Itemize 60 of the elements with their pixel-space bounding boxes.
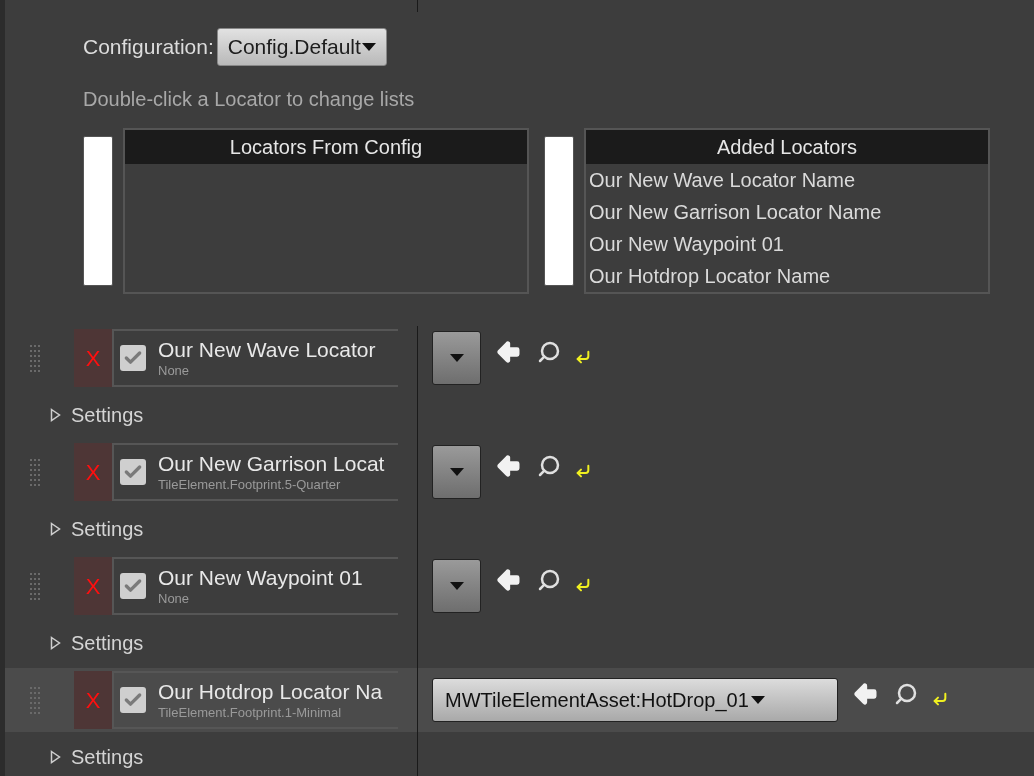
- settings-label[interactable]: Settings: [71, 742, 144, 772]
- locator-detail: None: [158, 364, 191, 377]
- search-icon[interactable]: [537, 340, 561, 364]
- reset-icon[interactable]: [575, 349, 591, 365]
- arrow-left-icon[interactable]: [852, 680, 880, 708]
- scrollbar[interactable]: [83, 136, 113, 286]
- list-header: Added Locators: [586, 130, 988, 164]
- dropdown-button[interactable]: [432, 331, 481, 385]
- arrow-left-icon[interactable]: [495, 566, 523, 594]
- reset-icon[interactable]: [575, 463, 591, 479]
- locator-detail: TileElement.Footprint.1-Minimal: [158, 706, 343, 719]
- dropdown-button[interactable]: [432, 445, 481, 499]
- settings-label[interactable]: Settings: [71, 514, 144, 544]
- locator-row[interactable]: X Our New Wave Locator None: [5, 326, 1034, 390]
- search-icon[interactable]: [537, 568, 561, 592]
- caret-icon: [449, 468, 464, 476]
- checkbox[interactable]: [120, 459, 146, 485]
- search-icon[interactable]: [894, 682, 918, 706]
- arrow-left-icon[interactable]: [495, 338, 523, 366]
- locator-name: Our New Garrison Locat: [158, 453, 385, 474]
- arrow-left-icon[interactable]: [495, 452, 523, 480]
- search-icon[interactable]: [537, 454, 561, 478]
- list-entry[interactable]: Our Hotdrop Locator Name: [586, 260, 988, 292]
- locator-detail: TileElement.Footprint.5-Quarter: [158, 478, 342, 491]
- list-entry[interactable]: Our New Garrison Locator Name: [586, 196, 988, 228]
- dropdown-button[interactable]: [432, 559, 481, 613]
- list-entry[interactable]: Our New Wave Locator Name: [586, 164, 988, 196]
- scrollbar[interactable]: [544, 136, 574, 286]
- checkbox[interactable]: [120, 573, 146, 599]
- locator-name: Our New Waypoint 01: [158, 567, 363, 588]
- triangle-right-icon[interactable]: [50, 750, 61, 764]
- caret-icon: [750, 696, 765, 704]
- reset-icon[interactable]: [575, 577, 591, 593]
- locator-detail: None: [158, 592, 191, 605]
- locator-row[interactable]: X Our Hotdrop Locator Na TileElement.Footprint.1-Minimal MWTileElementAsset:HotDrop_01: [5, 668, 1034, 732]
- caret-icon: [449, 354, 464, 362]
- checkbox[interactable]: [120, 345, 146, 371]
- checkbox[interactable]: [120, 687, 146, 713]
- caret-icon: [449, 582, 464, 590]
- caret-icon: [361, 43, 376, 51]
- locator-name: Our Hotdrop Locator Na: [158, 681, 383, 702]
- triangle-right-icon[interactable]: [50, 636, 61, 650]
- settings-label[interactable]: Settings: [71, 400, 144, 430]
- configuration-label: Configuration:: [83, 34, 214, 61]
- drag-handle-icon[interactable]: [30, 686, 40, 714]
- list-entry[interactable]: Our New Waypoint 01: [586, 228, 988, 260]
- configuration-dropdown[interactable]: Config.Default: [216, 28, 387, 66]
- drag-handle-icon[interactable]: [30, 344, 40, 372]
- drag-handle-icon[interactable]: [30, 572, 40, 600]
- reset-icon[interactable]: [932, 691, 948, 707]
- asset-dropdown[interactable]: MWTileElementAsset:HotDrop_01: [432, 678, 838, 722]
- list-header: Locators From Config: [125, 130, 527, 164]
- locator-name: Our New Wave Locator: [158, 339, 376, 360]
- locator-row[interactable]: X Our New Garrison Locat TileElement.Footprint.5-Quarter: [5, 440, 1034, 504]
- settings-label[interactable]: Settings: [71, 628, 144, 658]
- triangle-right-icon[interactable]: [50, 522, 61, 536]
- locator-row[interactable]: X Our New Waypoint 01 None: [5, 554, 1034, 618]
- triangle-right-icon[interactable]: [50, 408, 61, 422]
- hint-text: Double-click a Locator to change lists: [83, 87, 416, 112]
- drag-handle-icon[interactable]: [30, 458, 40, 486]
